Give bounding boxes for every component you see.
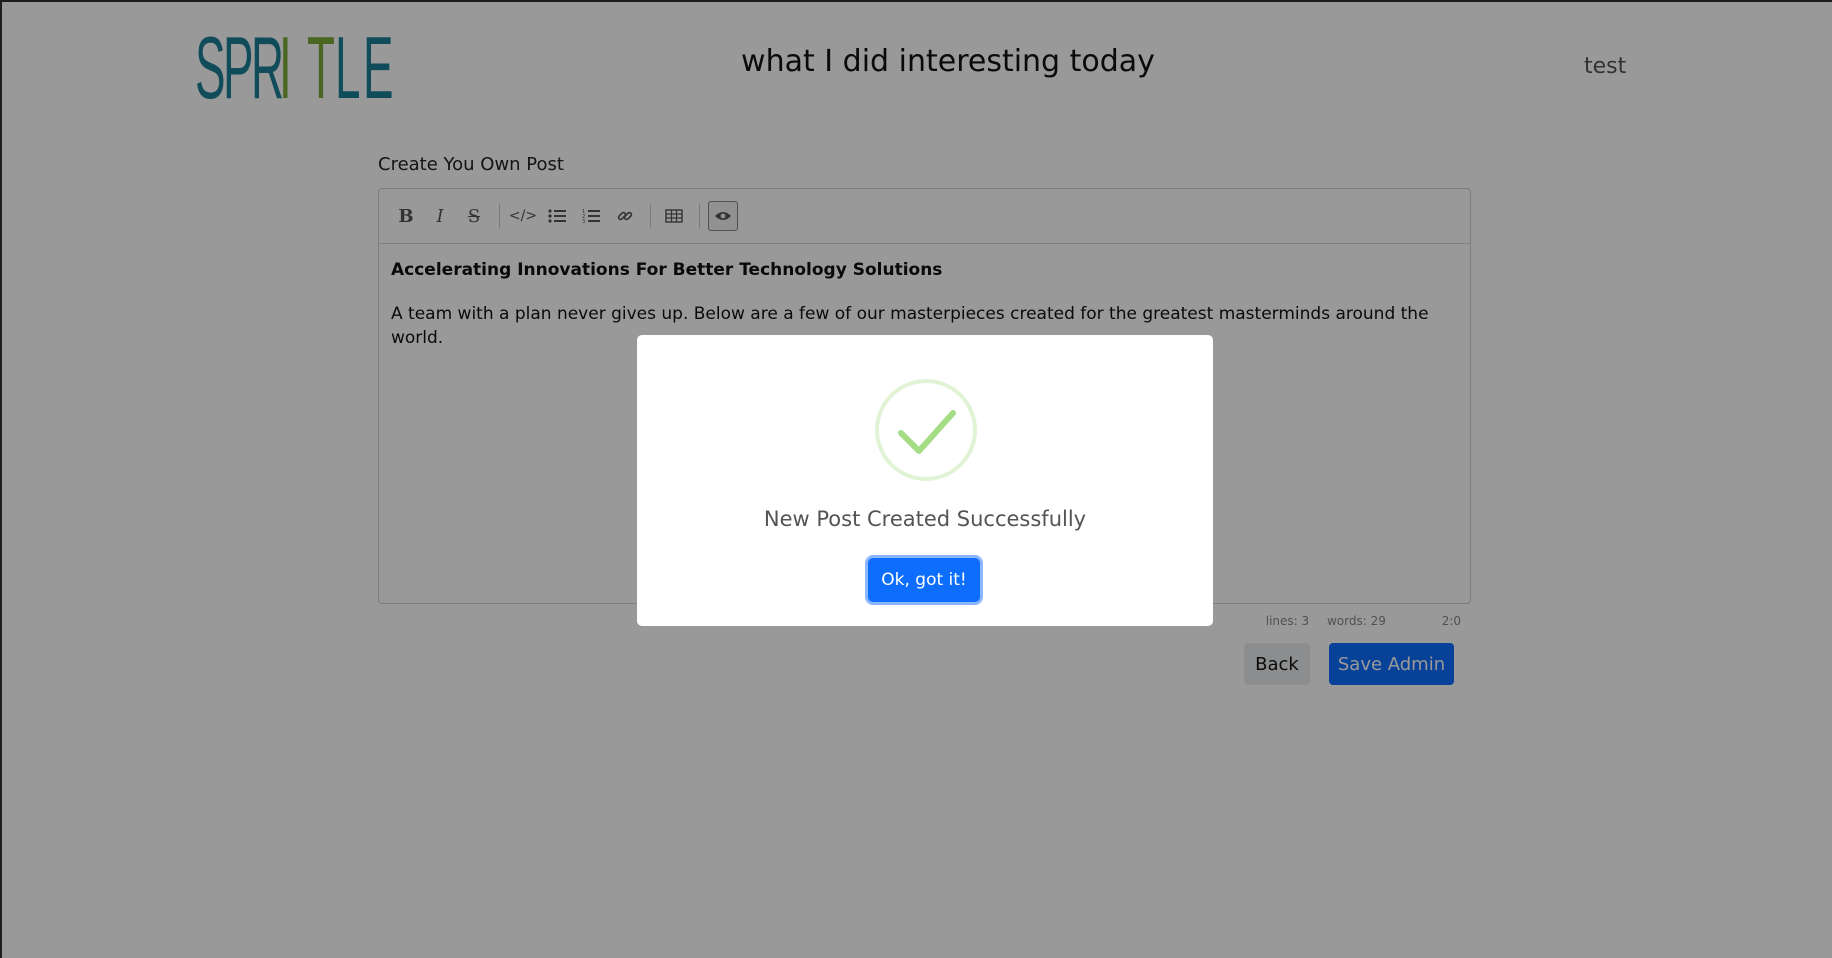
success-message: New Post Created Successfully <box>763 507 1087 531</box>
success-dialog: New Post Created Successfully Ok, got it… <box>637 335 1213 626</box>
success-check-icon <box>875 379 977 481</box>
ok-got-it-button[interactable]: Ok, got it! <box>868 558 980 602</box>
